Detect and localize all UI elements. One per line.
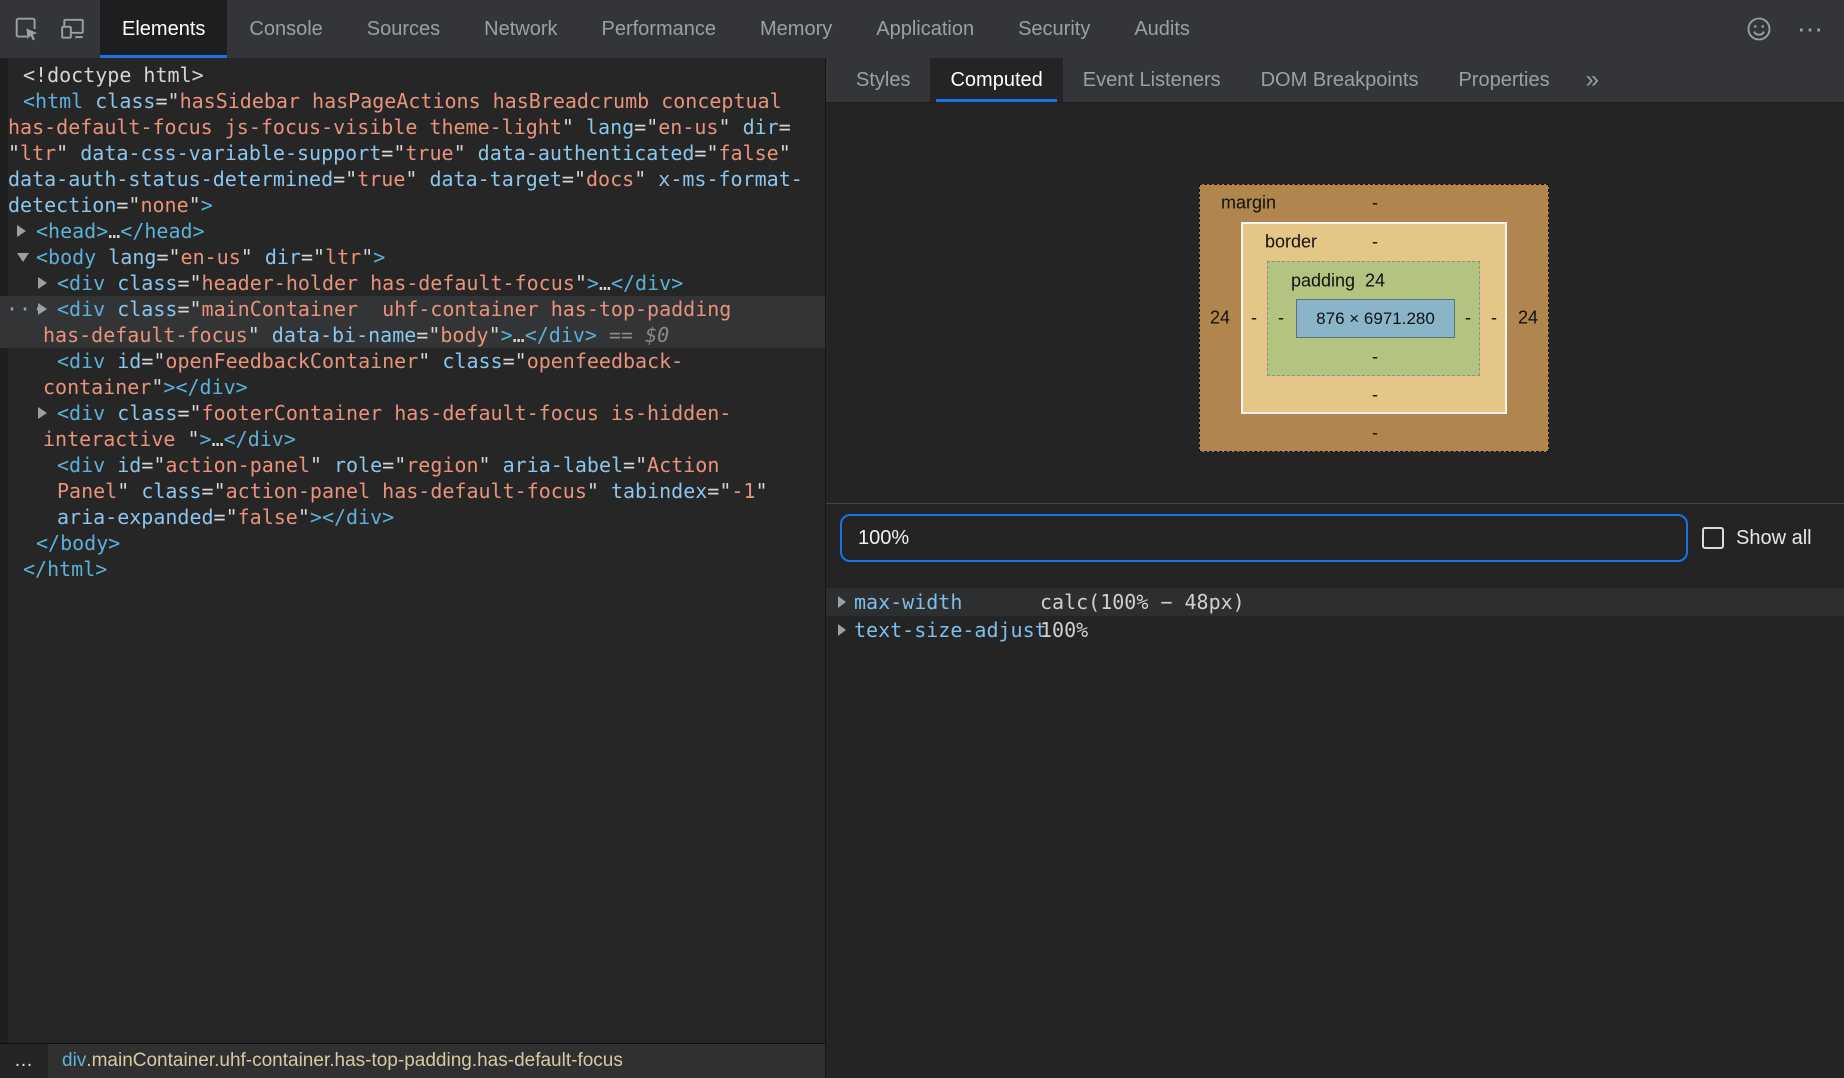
tab-network[interactable]: Network xyxy=(462,0,579,58)
padding-label: padding xyxy=(1291,271,1355,292)
tab-sources[interactable]: Sources xyxy=(345,0,462,58)
padding-top-value[interactable]: 24 xyxy=(1365,271,1385,292)
collapse-arrow-icon[interactable] xyxy=(17,253,29,262)
border-top-value[interactable]: - xyxy=(1372,232,1378,253)
tab-performance[interactable]: Performance xyxy=(580,0,739,58)
dom-tree-node[interactable]: data-auth-status-determined="true" data-… xyxy=(0,166,825,192)
dom-tree-node[interactable]: has-default-focus js-focus-visible theme… xyxy=(0,114,825,140)
breadcrumb-selected-node[interactable]: div.mainContainer.uhf-container.has-top-… xyxy=(48,1044,825,1078)
dom-tree-node[interactable]: aria-expanded="false"></div> xyxy=(0,504,825,530)
computed-property-row[interactable]: max-width calc(100% − 48px) xyxy=(826,588,1844,616)
breadcrumb-tag: div xyxy=(62,1050,86,1072)
sidebar-tab-properties[interactable]: Properties xyxy=(1438,58,1569,102)
styles-sidebar: StylesComputedEvent ListenersDOM Breakpo… xyxy=(826,58,1844,1078)
expand-arrow-icon[interactable] xyxy=(838,624,846,636)
dom-tree-node[interactable]: Panel" class="action-panel has-default-f… xyxy=(0,478,825,504)
computed-filter-input[interactable]: 100% xyxy=(840,514,1688,562)
tab-console[interactable]: Console xyxy=(227,0,344,58)
breadcrumb-classes: .mainContainer.uhf-container.has-top-pad… xyxy=(86,1050,623,1072)
section-divider xyxy=(826,503,1844,504)
dom-tree-node[interactable]: "ltr" data-css-variable-support="true" d… xyxy=(0,140,825,166)
property-name: max-width xyxy=(854,588,962,616)
dom-tree-node[interactable]: interactive ">…</div> xyxy=(0,426,825,452)
breadcrumb-overflow-button[interactable]: … xyxy=(0,1044,48,1078)
main-tab-bar: ElementsConsoleSourcesNetworkPerformance… xyxy=(100,0,1212,58)
node-overflow-menu-icon[interactable]: ··· xyxy=(6,296,45,322)
property-value: 100% xyxy=(1040,616,1088,644)
box-model-diagram: 876 × 6971.280 margin border padding - -… xyxy=(1199,184,1549,452)
inspect-element-icon[interactable] xyxy=(10,12,44,46)
border-bottom-value[interactable]: - xyxy=(1372,385,1378,406)
border-left-value[interactable]: - xyxy=(1251,308,1257,329)
tab-application[interactable]: Application xyxy=(854,0,996,58)
dom-tree-node[interactable]: </body> xyxy=(0,530,825,556)
dom-tree[interactable]: <!doctype html><html class="hasSidebar h… xyxy=(0,58,825,1043)
margin-bottom-value[interactable]: - xyxy=(1372,423,1378,444)
device-toolbar-icon[interactable] xyxy=(56,12,90,46)
main-toolbar: ElementsConsoleSourcesNetworkPerformance… xyxy=(0,0,1844,58)
dom-tree-node[interactable]: <!doctype html> xyxy=(0,62,825,88)
expand-arrow-icon[interactable] xyxy=(38,277,47,289)
padding-right-value[interactable]: - xyxy=(1465,308,1471,329)
dom-tree-node[interactable]: <html class="hasSidebar hasPageActions h… xyxy=(0,88,825,114)
dom-tree-node[interactable]: ···<div class="mainContainer uhf-contain… xyxy=(0,296,825,322)
sidebar-tab-styles[interactable]: Styles xyxy=(836,58,930,102)
tab-audits[interactable]: Audits xyxy=(1112,0,1212,58)
dom-tree-node[interactable]: <div id="action-panel" role="region" ari… xyxy=(0,452,825,478)
expand-arrow-icon[interactable] xyxy=(838,596,846,608)
padding-left-value[interactable]: - xyxy=(1278,308,1284,329)
breadcrumb: … div.mainContainer.uhf-container.has-to… xyxy=(0,1043,825,1078)
margin-top-value[interactable]: - xyxy=(1372,193,1378,214)
sidebar-tab-event-listeners[interactable]: Event Listeners xyxy=(1063,58,1241,102)
margin-right-value[interactable]: 24 xyxy=(1518,308,1538,329)
dom-tree-node[interactable]: detection="none"> xyxy=(0,192,825,218)
computed-property-row[interactable]: text-size-adjust100% xyxy=(826,616,1844,644)
elements-panel: <!doctype html><html class="hasSidebar h… xyxy=(0,58,825,1078)
dom-tree-node[interactable]: <body lang="en-us" dir="ltr"> xyxy=(0,244,825,270)
dom-tree-node[interactable]: </html> xyxy=(0,556,825,582)
computed-properties-list: max-width calc(100% − 48px)text-size-adju… xyxy=(826,588,1844,644)
property-value: calc(100% − 48px) xyxy=(1040,588,1245,616)
show-all-label[interactable]: Show all xyxy=(1736,527,1812,550)
tab-memory[interactable]: Memory xyxy=(738,0,854,58)
dom-tree-node[interactable]: container"></div> xyxy=(0,374,825,400)
property-name: text-size-adjust xyxy=(854,616,1047,644)
sidebar-tab-computed[interactable]: Computed xyxy=(930,58,1062,102)
margin-label: margin xyxy=(1221,193,1276,214)
dom-tree-node[interactable]: <div class="footerContainer has-default-… xyxy=(0,400,825,426)
box-model-content[interactable]: 876 × 6971.280 xyxy=(1296,299,1455,338)
devtools-window: ElementsConsoleSourcesNetworkPerformance… xyxy=(0,0,1844,1078)
margin-left-value[interactable]: 24 xyxy=(1210,308,1230,329)
dom-tree-node[interactable]: <div class="header-holder has-default-fo… xyxy=(0,270,825,296)
show-all-checkbox[interactable] xyxy=(1702,527,1724,549)
feedback-smiley-icon[interactable] xyxy=(1742,12,1776,46)
filter-input-value: 100% xyxy=(858,527,909,550)
expand-arrow-icon[interactable] xyxy=(38,407,47,419)
border-label: border xyxy=(1265,232,1317,253)
dom-tree-node[interactable]: has-default-focus" data-bi-name="body">…… xyxy=(0,322,825,348)
sidebar-tabs-overflow-icon[interactable]: » xyxy=(1570,58,1615,102)
tab-elements[interactable]: Elements xyxy=(100,0,227,58)
sidebar-tab-bar: StylesComputedEvent ListenersDOM Breakpo… xyxy=(826,58,1844,103)
tab-security[interactable]: Security xyxy=(996,0,1112,58)
border-right-value[interactable]: - xyxy=(1491,308,1497,329)
expand-arrow-icon[interactable] xyxy=(17,225,26,237)
dom-tree-node[interactable]: <head>…</head> xyxy=(0,218,825,244)
padding-bottom-value[interactable]: - xyxy=(1372,347,1378,368)
more-options-icon[interactable]: ⋯ xyxy=(1794,12,1828,46)
dom-tree-node[interactable]: <div id="openFeedbackContainer" class="o… xyxy=(0,348,825,374)
sidebar-tab-dom-breakpoints[interactable]: DOM Breakpoints xyxy=(1241,58,1439,102)
